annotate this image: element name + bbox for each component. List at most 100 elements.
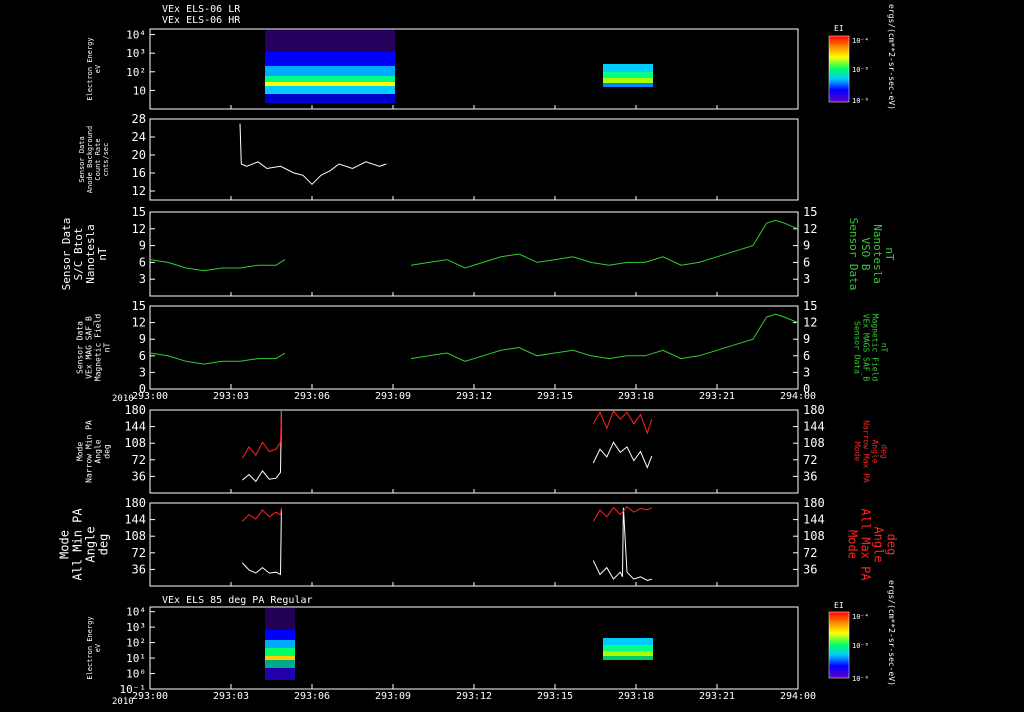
ytick-right-p4-3: 9 xyxy=(803,332,810,346)
ytick-p5-0: 36 xyxy=(132,469,146,483)
left-label-p4-2: Magnetic Field xyxy=(94,314,103,382)
ytick-p1-2: 10² xyxy=(126,66,146,79)
series-p6-0 xyxy=(241,509,282,576)
left-label-p4-1: VEx MAG SAF_B xyxy=(85,316,94,379)
time-tick-label-lower-6: 293:18 xyxy=(618,691,654,702)
right-label-p4-2: Magnetic Field xyxy=(871,314,880,382)
ytick-right-p6-2: 108 xyxy=(803,529,825,543)
p7-block-1-bottom xyxy=(265,668,295,680)
p7-block-1-hot xyxy=(265,656,295,660)
ytick-p7-1: 10³ xyxy=(126,621,146,634)
panel-1-frame xyxy=(149,28,799,110)
series-p3-1 xyxy=(410,219,799,269)
right-label-p4-3: nT xyxy=(880,343,889,353)
left-label-p6-3: deg xyxy=(97,534,111,556)
left-label-p7-0: Electron Energy xyxy=(86,616,94,679)
left-label-p5-1: Narrow Min PA xyxy=(85,420,94,483)
ytick-right-p6-1: 72 xyxy=(803,546,817,560)
ytick-p3-1: 6 xyxy=(139,255,146,269)
ytick-p5-4: 180 xyxy=(124,403,146,417)
series-p5-3 xyxy=(592,409,653,435)
p7-block-2-top xyxy=(603,638,653,645)
ytick-p2-4: 28 xyxy=(132,112,146,126)
p7-block-1-upper xyxy=(265,630,295,640)
time-tick-label-upper-4: 293:12 xyxy=(456,391,492,402)
right-label-p5-2: Angle xyxy=(871,439,880,463)
header-line-1: VEx ELS-06 LR xyxy=(162,4,241,15)
ytick-right-p5-0: 36 xyxy=(803,469,817,483)
left-label-p1-1: eV xyxy=(94,64,102,73)
ytick-p6-1: 72 xyxy=(132,546,146,560)
chart-svg: VEx ELS-06 LR VEx ELS-06 HR VEx ELS 85 d… xyxy=(58,4,899,707)
series-p6-1 xyxy=(241,507,282,522)
time-tick-label-upper-0: 293:00 xyxy=(132,391,168,402)
colorbar-bottom-tick-mid: 10⁻⁸ xyxy=(852,642,869,650)
series-p5-2 xyxy=(592,441,653,469)
p1-block-1-mid xyxy=(265,66,395,76)
ytick-right-p4-4: 12 xyxy=(803,316,817,330)
p1-block-1-hot xyxy=(265,82,395,86)
time-tick-label-upper-1: 293:03 xyxy=(213,391,249,402)
time-tick-label-lower-4: 293:12 xyxy=(456,691,492,702)
ytick-p4-2: 6 xyxy=(139,349,146,363)
chart-stage: VEx ELS-06 LR VEx ELS-06 HR VEx ELS 85 d… xyxy=(0,0,1024,708)
ytick-right-p5-3: 144 xyxy=(803,420,825,434)
ytick-right-p4-1: 3 xyxy=(803,365,810,379)
ytick-p4-1: 3 xyxy=(139,365,146,379)
panel-4-frame xyxy=(149,305,799,390)
ytick-p7-2: 10² xyxy=(126,637,146,650)
ytick-p2-2: 20 xyxy=(132,148,146,162)
p1-block-1-upper xyxy=(265,52,395,66)
ytick-p2-0: 12 xyxy=(132,184,146,198)
time-tick-label-lower-5: 293:15 xyxy=(537,691,573,702)
time-tick-label-upper-2: 293:06 xyxy=(294,391,330,402)
right-label-p4-0: Sensor Data xyxy=(853,321,862,374)
left-label-p5-3: deg xyxy=(103,444,112,459)
p7-block-1-core xyxy=(265,648,295,656)
ytick-p2-3: 24 xyxy=(132,130,146,144)
panel-7-heatmap xyxy=(265,608,653,680)
colorbar-bottom-units: ergs/(cm**2-sr-sec-eV) xyxy=(887,580,896,686)
ytick-p1-3: 10 xyxy=(133,84,146,97)
time-tick-label-upper-7: 293:21 xyxy=(699,391,735,402)
right-label-p3-0: Sensor Data xyxy=(847,218,860,291)
p1-block-2-mid xyxy=(603,72,653,78)
time-tick-label-upper-3: 293:09 xyxy=(375,391,411,402)
ytick-right-p5-2: 108 xyxy=(803,436,825,450)
colorbar-top-gradient xyxy=(828,35,850,103)
left-label-p2-3: cnts/sec xyxy=(102,143,110,177)
time-tick-label-lower-1: 293:03 xyxy=(213,691,249,702)
left-label-p6-2: Angle xyxy=(84,526,98,562)
p1-block-1-sparse xyxy=(265,30,395,52)
ytick-right-p4-2: 6 xyxy=(803,349,810,363)
series-p5-0 xyxy=(241,409,282,483)
series-p6-3 xyxy=(592,506,653,522)
ytick-p1-0: 10⁴ xyxy=(126,29,146,42)
ytick-right-p5-1: 72 xyxy=(803,453,817,467)
p7-block-2-core xyxy=(603,651,653,656)
left-label-p4-0: Sensor Data xyxy=(76,321,85,374)
colorbar-bottom-tick-bottom: 10⁻⁶ xyxy=(852,675,869,683)
ytick-p3-3: 12 xyxy=(132,222,146,236)
colorbar-bottom: EI 10⁻⁴ 10⁻⁸ 10⁻⁶ ergs/(cm**2-sr-sec-eV) xyxy=(828,580,896,686)
ytick-p7-3: 10¹ xyxy=(126,652,146,665)
ytick-p1-1: 10³ xyxy=(126,47,146,60)
left-label-p1-0: Electron Energy xyxy=(86,37,94,100)
ytick-p6-0: 36 xyxy=(132,562,146,576)
colorbar-top-label: EI xyxy=(834,24,844,33)
colorbar-bottom-gradient xyxy=(828,611,850,679)
ytick-p3-0: 3 xyxy=(139,272,146,286)
right-label-p4-1: VEx MAGS SAF_B xyxy=(862,314,871,382)
ytick-right-p3-0: 3 xyxy=(803,272,810,286)
ytick-p4-0: 0 xyxy=(139,382,146,396)
p1-block-2-core xyxy=(603,78,653,83)
right-label-p6-1: All Max PA xyxy=(859,508,873,581)
ytick-p2-1: 16 xyxy=(132,166,146,180)
series-p3-0 xyxy=(149,259,286,272)
ytick-right-p5-4: 180 xyxy=(803,403,825,417)
colorbar-top-units: ergs/(cm**2-sr-sec-eV) xyxy=(887,4,896,110)
ytick-p3-2: 9 xyxy=(139,239,146,253)
panel-5-frame xyxy=(149,409,799,494)
header-line-2: VEx ELS-06 HR xyxy=(162,15,241,26)
right-label-p5-1: Narrow Max PA xyxy=(862,420,871,483)
